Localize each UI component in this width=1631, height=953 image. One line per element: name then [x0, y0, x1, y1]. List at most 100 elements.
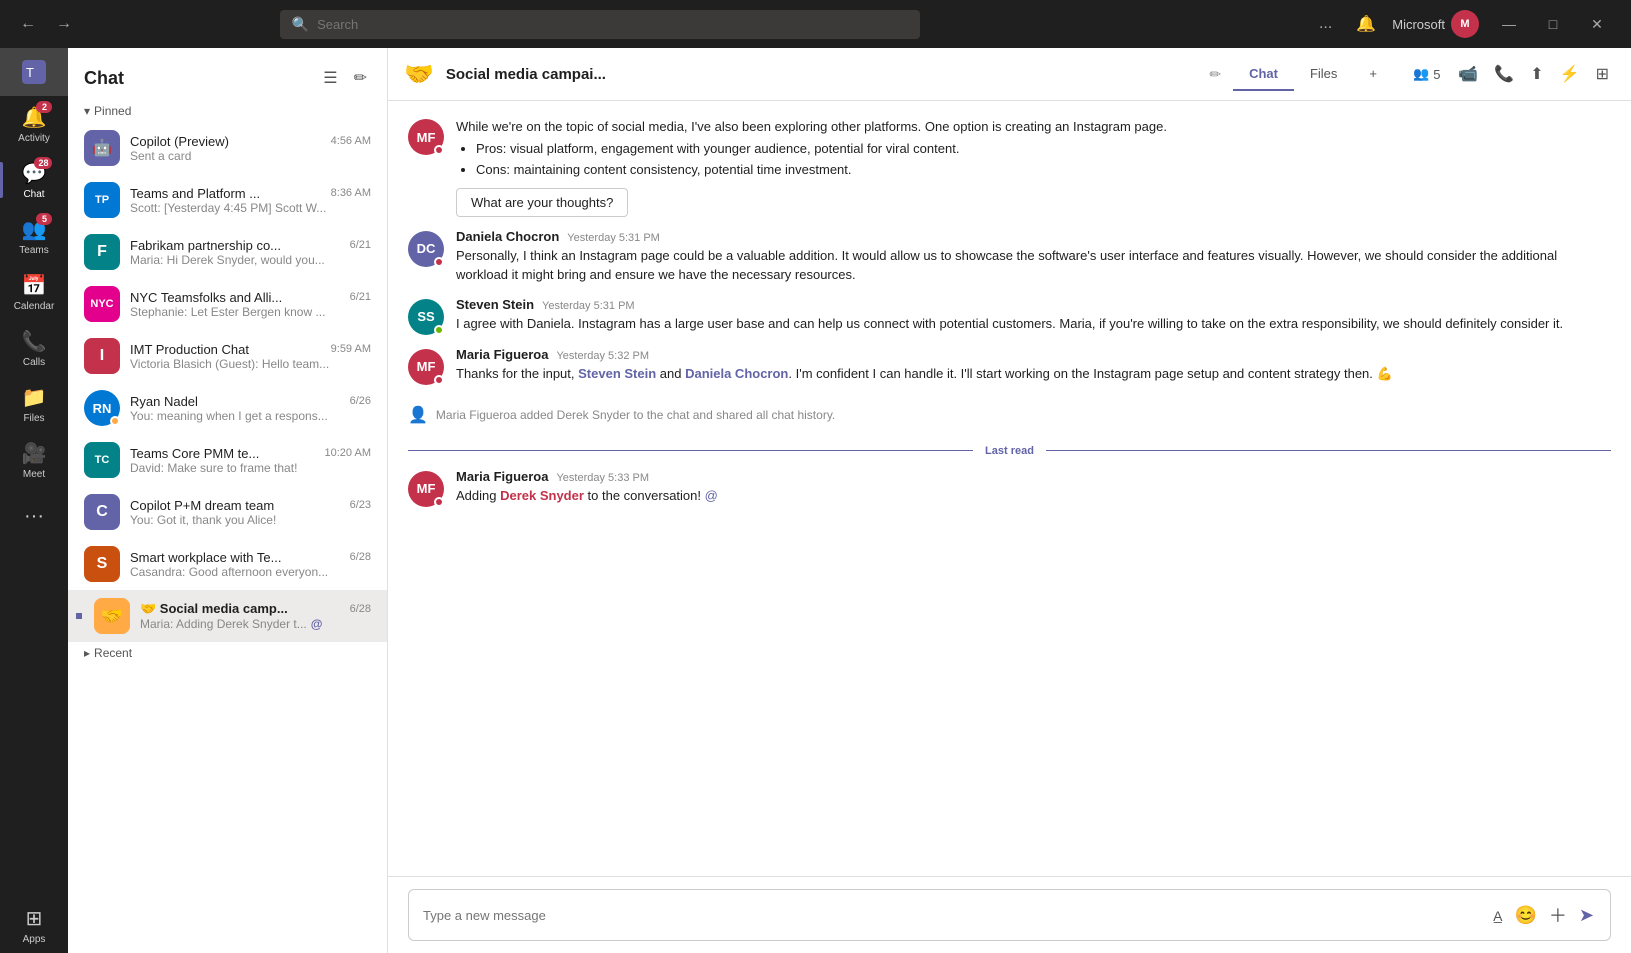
emoji-button[interactable]: 😊	[1512, 903, 1538, 928]
more-options-button[interactable]: ⊞	[1590, 58, 1615, 90]
avatar: C	[84, 494, 120, 530]
maximize-button[interactable]: □	[1531, 8, 1575, 40]
list-item[interactable]: S Smart workplace with Te... 6/28 Casand…	[68, 538, 387, 590]
sidebar-item-activity[interactable]: 🔔2 Activity	[0, 96, 68, 152]
compose-button[interactable]: ✏	[350, 64, 371, 92]
mention-steven[interactable]: Steven Stein	[578, 366, 656, 381]
list-item[interactable]: TP Teams and Platform ... 8:36 AM Scott:…	[68, 174, 387, 226]
sidebar-item-more[interactable]: ···	[0, 488, 68, 544]
chat-item-name: NYC Teamsfolks and Alli...	[130, 290, 282, 305]
last-read-line-left	[408, 450, 973, 451]
status-busy-indicator	[434, 257, 444, 267]
message-time: Yesterday 5:31 PM	[542, 300, 635, 312]
chat-nav-label: Chat	[23, 189, 44, 200]
avatar: TC	[84, 442, 120, 478]
list-item[interactable]: 🤖 Copilot (Preview) 4:56 AM Sent a card	[68, 122, 387, 174]
message-author: Steven Stein	[456, 297, 534, 312]
sidebar-item-chat[interactable]: 💬28 Chat	[0, 152, 68, 208]
message-header: Steven Stein Yesterday 5:31 PM	[456, 297, 1611, 312]
mention-derek[interactable]: Derek Snyder	[500, 488, 584, 503]
sidebar-item-calendar[interactable]: 📅 Calendar	[0, 264, 68, 320]
audio-call-button[interactable]: 📞	[1488, 58, 1520, 90]
message-body: Daniela Chocron Yesterday 5:31 PM Person…	[456, 229, 1611, 285]
search-icon: 🔍	[292, 16, 309, 33]
sidebar-item-apps[interactable]: ⊞ Apps	[0, 897, 68, 953]
notification-button[interactable]: 🔔	[1348, 10, 1384, 38]
message-text: While we're on the topic of social media…	[456, 117, 1611, 217]
minimize-button[interactable]: —	[1487, 8, 1531, 40]
message-text: Thanks for the input, Steven Stein and D…	[456, 364, 1611, 384]
search-input[interactable]	[317, 17, 908, 32]
chrome-right: ... 🔔 Microsoft M — □ ✕	[1311, 8, 1619, 40]
message-body: While we're on the topic of social media…	[456, 117, 1611, 217]
sidebar-item-meet[interactable]: 🎥 Meet	[0, 432, 68, 488]
list-item[interactable]: NYC NYC Teamsfolks and Alli... 6/21 Step…	[68, 278, 387, 330]
chat-item-preview: You: Got it, thank you Alice!	[130, 513, 371, 527]
mention-daniela[interactable]: Daniela Chocron	[685, 366, 788, 381]
avatar: M	[1451, 10, 1479, 38]
avatar-wrap: RN	[84, 390, 120, 426]
avatar: F	[84, 234, 120, 270]
apps-icon: ⊞	[26, 906, 43, 931]
send-button[interactable]: ➤	[1577, 903, 1596, 928]
teams-label: Teams	[19, 245, 48, 256]
edit-name-icon[interactable]: ✏	[1209, 66, 1221, 83]
list-item[interactable]: C Copilot P+M dream team 6/23 You: Got i…	[68, 486, 387, 538]
chat-item-time: 6/28	[350, 603, 371, 615]
system-text: Maria Figueroa added Derek Snyder to the…	[436, 408, 835, 422]
add-tab-button[interactable]: +	[1353, 58, 1393, 91]
activity-label: Activity	[18, 133, 50, 144]
tab-chat[interactable]: Chat	[1233, 58, 1294, 91]
apps-button[interactable]: ⚡	[1554, 58, 1586, 90]
nav-forward-button[interactable]: →	[48, 11, 80, 37]
main-chat-area: 🤝 Social media campai... ✏ Chat Files + …	[388, 48, 1631, 953]
chat-item-time: 6/23	[350, 499, 371, 511]
format-button[interactable]: A̲	[1491, 903, 1504, 928]
thoughts-button[interactable]: What are your thoughts?	[456, 188, 628, 217]
avatar-wrap: C	[84, 494, 120, 530]
search-box[interactable]: 🔍	[280, 10, 920, 39]
chat-item-preview: David: Make sure to frame that!	[130, 461, 371, 475]
emoji-icon: 😊	[1514, 905, 1536, 925]
user-profile[interactable]: Microsoft M	[1392, 10, 1479, 38]
list-item[interactable]: I IMT Production Chat 9:59 AM Victoria B…	[68, 330, 387, 382]
chat-item-name: Teams Core PMM te...	[130, 446, 259, 461]
list-item[interactable]: RN Ryan Nadel 6/26 You: meaning when I g…	[68, 382, 387, 434]
meet-label: Meet	[23, 469, 45, 480]
close-button[interactable]: ✕	[1575, 8, 1619, 40]
compose-box: A̲ 😊 ＋ ➤	[408, 889, 1611, 941]
more-options-button[interactable]: ...	[1311, 11, 1340, 37]
list-item[interactable]: F Fabrikam partnership co... 6/21 Maria:…	[68, 226, 387, 278]
group-name: Social media campai...	[446, 66, 1197, 83]
calls-icon: 📞	[22, 329, 47, 354]
activity-icon: 🔔2	[22, 105, 47, 130]
message-time: Yesterday 5:33 PM	[556, 472, 649, 484]
recent-section[interactable]: ▸ Recent	[68, 642, 387, 664]
sidebar-item-teams[interactable]: 👥5 Teams	[0, 208, 68, 264]
screen-share-button[interactable]: ⬆	[1524, 58, 1549, 90]
video-call-button[interactable]: 📹	[1452, 58, 1484, 90]
nav-buttons: ← →	[12, 11, 80, 37]
message-group: MF While we're on the topic of social me…	[408, 117, 1611, 217]
meet-icon: 🎥	[22, 441, 47, 466]
avatar-wrap: TP	[84, 182, 120, 218]
sidebar-item-calls[interactable]: 📞 Calls	[0, 320, 68, 376]
tab-files[interactable]: Files	[1294, 58, 1353, 91]
avatar-wrap: F	[84, 234, 120, 270]
sidebar-item-files[interactable]: 📁 Files	[0, 376, 68, 432]
message-group: MF Maria Figueroa Yesterday 5:32 PM Than…	[408, 347, 1611, 385]
chat-item-time: 6/21	[350, 291, 371, 303]
chat-title-bar: 🤝 Social media campai... ✏ Chat Files + …	[388, 48, 1631, 101]
compose-input[interactable]	[423, 908, 1483, 923]
nav-back-button[interactable]: ←	[12, 11, 44, 37]
system-icon: 👤	[408, 405, 428, 425]
participants-button[interactable]: 👥 5	[1405, 60, 1448, 88]
attach-button[interactable]: ＋	[1547, 900, 1569, 930]
filter-button[interactable]: ☰	[319, 64, 341, 92]
pinned-section[interactable]: ▾ Pinned	[68, 100, 387, 122]
recent-label: Recent	[94, 646, 132, 660]
chat-item-body: IMT Production Chat 9:59 AM Victoria Bla…	[130, 342, 371, 371]
list-item[interactable]: 🤝 🤝 Social media camp... 6/28 Maria: Add…	[68, 590, 387, 642]
chat-item-preview: Maria: Adding Derek Snyder t... @	[140, 617, 371, 631]
list-item[interactable]: TC Teams Core PMM te... 10:20 AM David: …	[68, 434, 387, 486]
